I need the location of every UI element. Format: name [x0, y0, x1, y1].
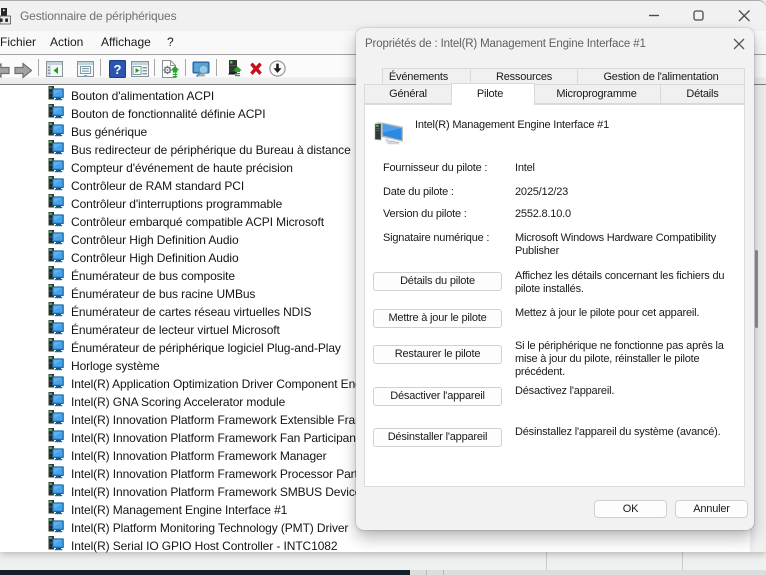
svg-text:?: ?: [114, 62, 122, 77]
